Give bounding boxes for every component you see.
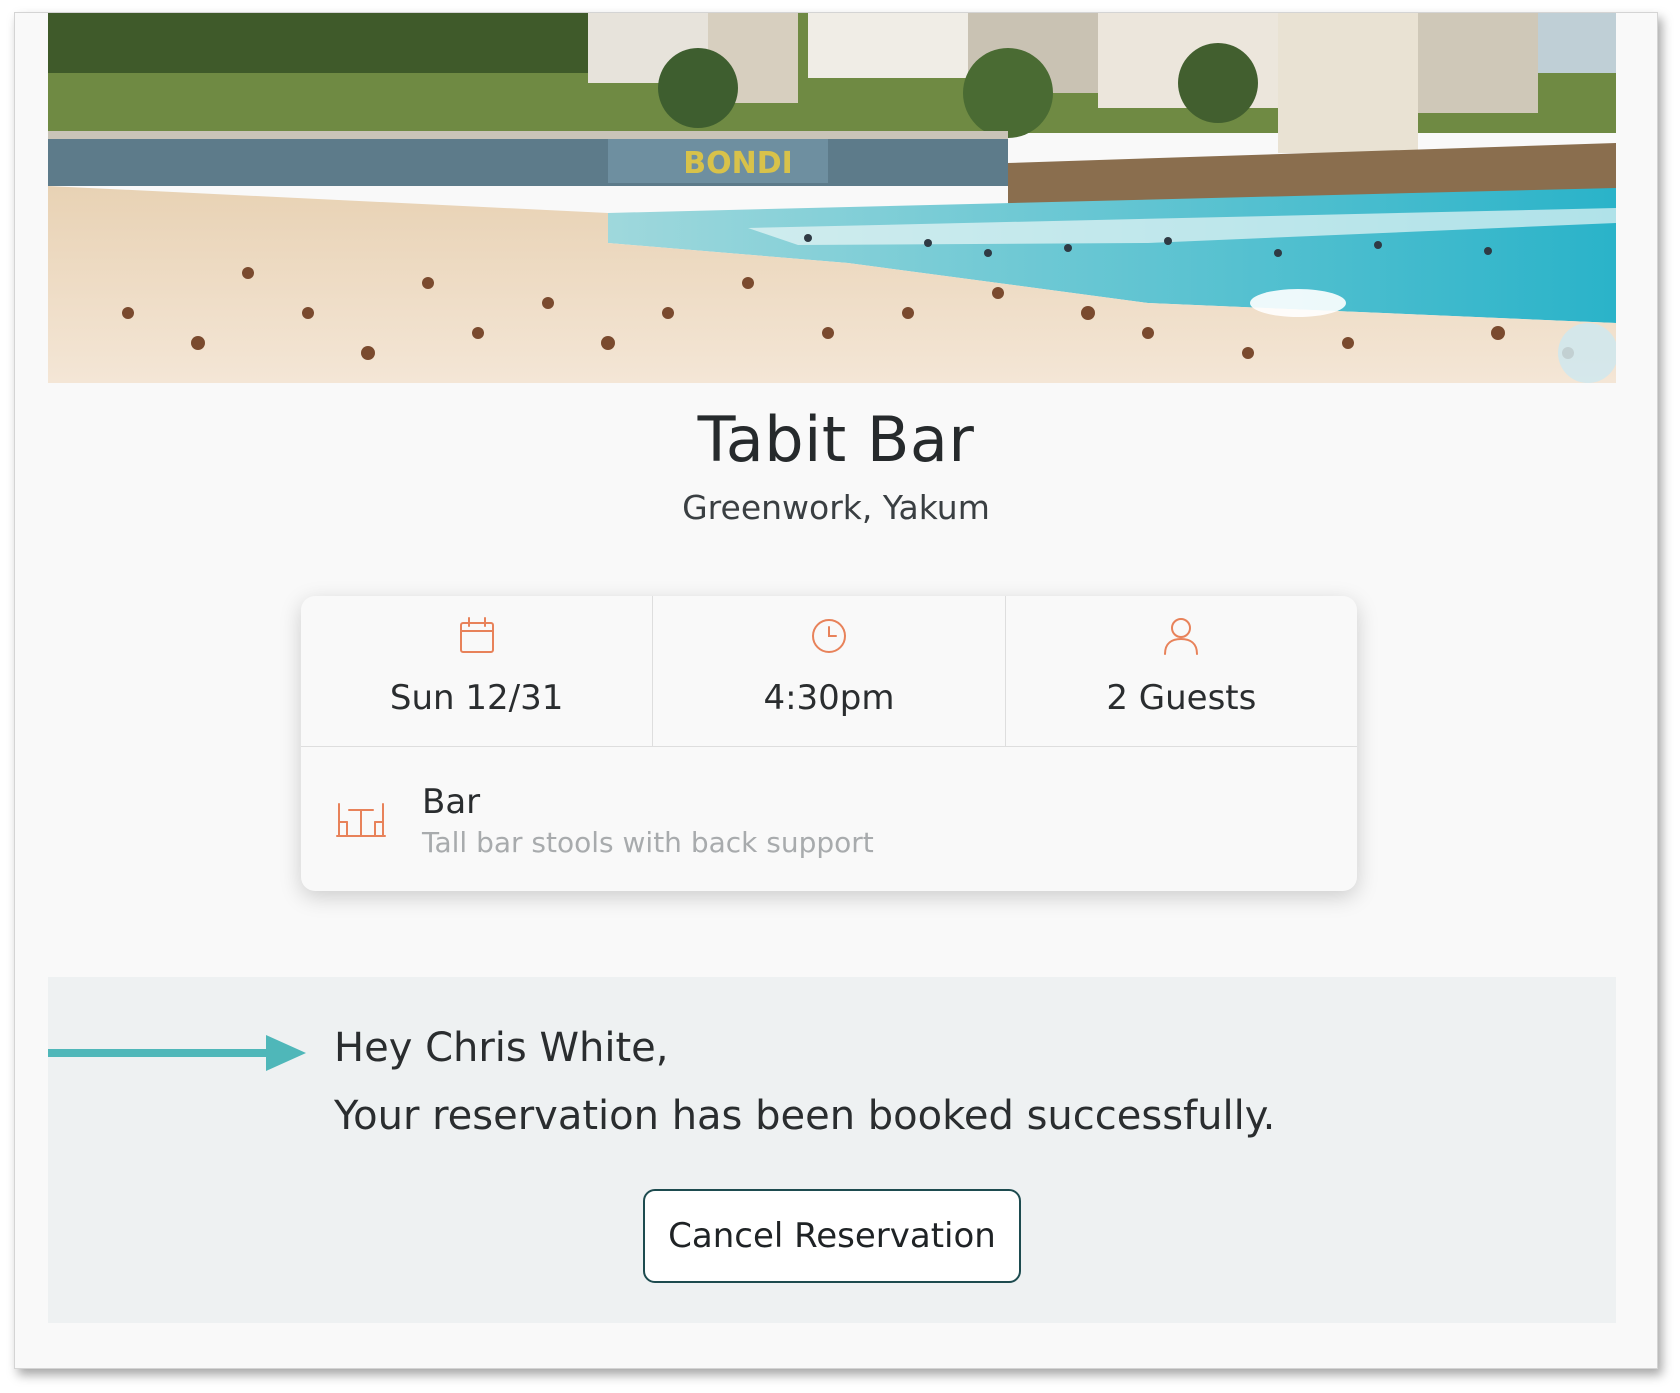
date-cell: Sun 12/31: [301, 596, 654, 746]
venue-name: Tabit Bar: [697, 403, 975, 476]
bondi-sign: BONDI: [683, 146, 793, 181]
hero-beach-photo: BONDI: [48, 13, 1616, 383]
seating-description: Tall bar stools with back support: [422, 826, 874, 859]
reservation-page: BONDI Tabit Bar Greenwork, Yakum Sun 12/…: [14, 12, 1658, 1369]
seating-name: Bar: [422, 782, 481, 822]
confirmation-panel: Hey Chris White, Your reservation has be…: [48, 977, 1616, 1323]
guest-count: 2 Guests: [1106, 678, 1257, 718]
clock-icon: [811, 619, 846, 653]
reservation-time: 4:30pm: [763, 678, 895, 718]
calendar-icon: [459, 617, 494, 653]
arrow-right-icon: [48, 1035, 306, 1071]
venue-location: Greenwork, Yakum: [682, 488, 990, 527]
guests-cell: 2 Guests: [1006, 596, 1357, 746]
bar-table-icon: [336, 803, 386, 837]
time-cell: 4:30pm: [653, 596, 1006, 746]
reservation-details-card: Sun 12/31 4:30pm 2 Guests Bar Tall bar s…: [301, 596, 1357, 891]
reservation-date: Sun 12/31: [389, 678, 564, 718]
cancel-reservation-button[interactable]: Cancel Reservation: [643, 1189, 1021, 1283]
seating-option: Bar Tall bar stools with back support: [301, 748, 1357, 891]
person-icon: [1164, 618, 1199, 655]
success-message: Your reservation has been booked success…: [334, 1093, 1276, 1139]
greeting-text: Hey Chris White,: [334, 1025, 669, 1071]
reservation-summary-row: Sun 12/31 4:30pm 2 Guests: [301, 596, 1357, 747]
